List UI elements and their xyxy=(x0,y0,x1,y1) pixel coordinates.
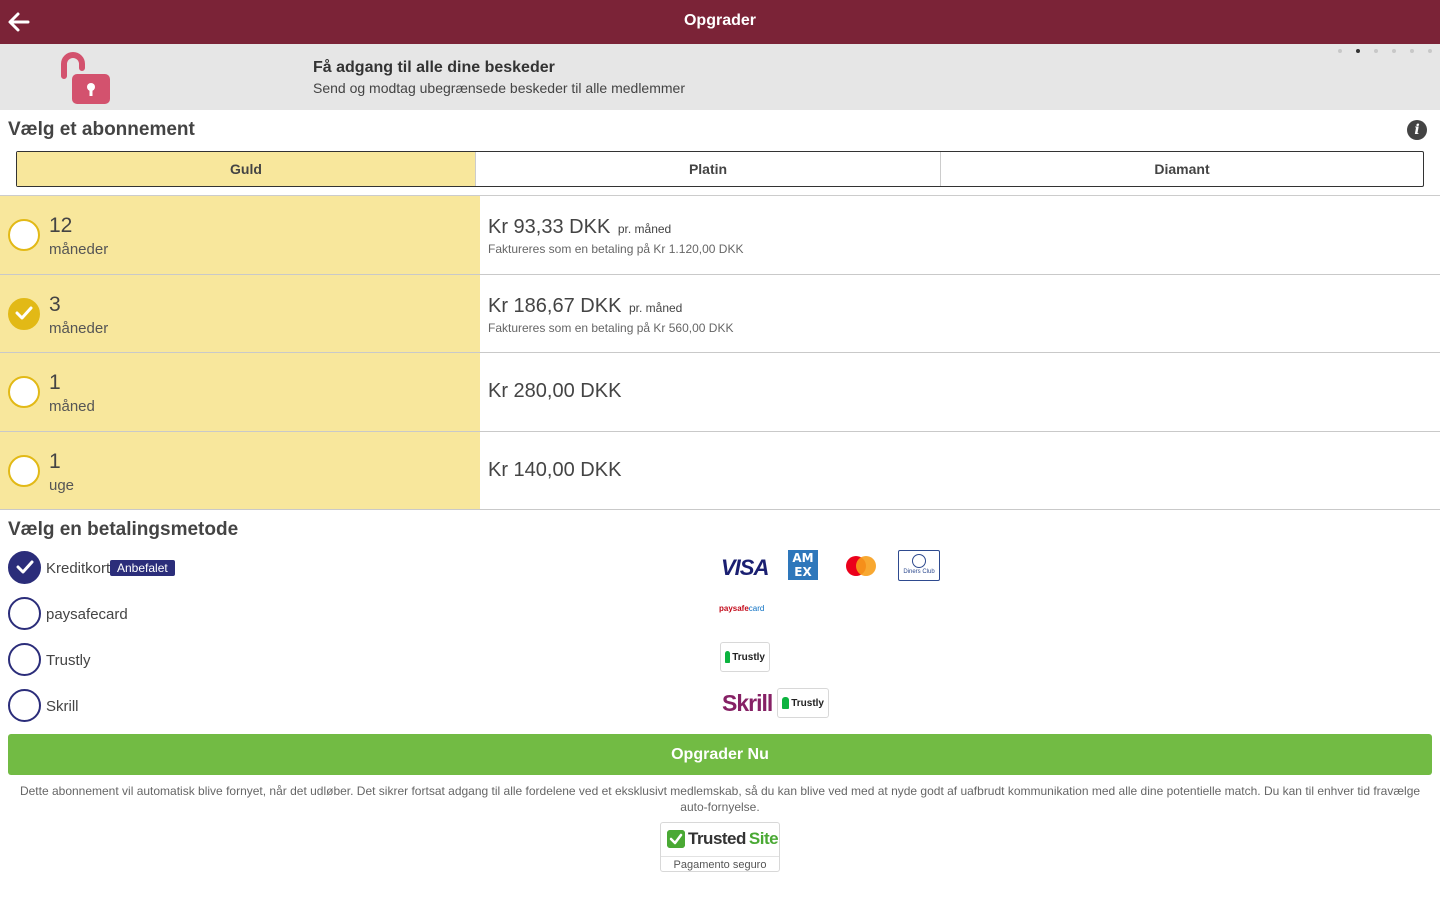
visa-logo: VISA xyxy=(721,555,769,580)
plan-duration-cell: 1 måned xyxy=(0,353,480,431)
payment-radio[interactable] xyxy=(8,597,41,630)
plan-price-amount: Kr 186,67 DKK xyxy=(488,294,622,317)
recommended-badge: Anbefalet xyxy=(110,560,175,576)
checkmark-icon xyxy=(16,560,34,574)
plan-option-3-months[interactable]: 3 måneder Kr 186,67 DKK pr. måned Faktur… xyxy=(0,274,1440,353)
plan-price-amount: Kr 280,00 DKK xyxy=(488,380,622,402)
plan-radio-checked[interactable] xyxy=(8,297,40,330)
tab-guld[interactable]: Guld xyxy=(17,152,476,186)
payment-radio-checked[interactable] xyxy=(8,551,41,584)
plan-billing-note: Faktureres som en betaling på Kr 560,00 … xyxy=(488,320,734,335)
plan-price-amount: Kr 140,00 DKK xyxy=(488,458,622,481)
subscription-heading: Vælg et abonnement xyxy=(8,119,195,140)
plan-price-amount: Kr 93,33 DKK xyxy=(488,216,611,238)
plan-duration-number: 1 xyxy=(49,371,61,394)
carousel-dot[interactable] xyxy=(1392,49,1396,53)
trustly-icon xyxy=(782,697,790,709)
carousel-dot[interactable] xyxy=(1428,49,1432,53)
carousel-dot[interactable] xyxy=(1410,49,1414,53)
plan-duration-unit: måneder xyxy=(49,319,109,337)
plan-duration-number: 1 xyxy=(49,449,61,473)
plan-duration-unit: uge xyxy=(49,476,75,494)
payment-heading: Vælg en betalingsmetode xyxy=(8,519,239,540)
banner-subtitle: Send og modtag ubegrænsede beskeder til … xyxy=(313,80,685,96)
payment-label: paysafecard xyxy=(46,606,128,623)
plan-radio[interactable] xyxy=(8,454,40,487)
plan-price: Kr 280,00 DKK xyxy=(488,380,621,403)
plan-price: Kr 140,00 DKK xyxy=(488,459,621,482)
carousel-dot[interactable] xyxy=(1338,49,1342,53)
plan-option-12-months[interactable]: 12 måneder Kr 93,33 DKK pr. måned Faktur… xyxy=(0,196,1440,275)
top-bar: Opgrader xyxy=(0,0,1440,44)
plan-duration-cell: 3 måneder xyxy=(0,274,480,352)
plan-duration-number: 12 xyxy=(49,214,73,237)
trustly-wordmark: Trustly xyxy=(791,697,824,709)
page-title: Opgrader xyxy=(683,12,756,29)
carousel-dots[interactable] xyxy=(1338,49,1432,53)
carousel-dot-active[interactable] xyxy=(1356,49,1360,53)
banner-title: Få adgang til alle dine beskeder xyxy=(313,59,555,76)
carousel-dot[interactable] xyxy=(1374,49,1378,53)
plan-price: Kr 186,67 DKK pr. måned xyxy=(488,295,682,318)
payment-option-trustly[interactable]: Trustly xyxy=(8,643,1008,677)
paysafe-wordmark-suffix: card xyxy=(748,604,765,613)
trustedsite-name-b: Site xyxy=(748,829,779,848)
plan-list: 12 måneder Kr 93,33 DKK pr. måned Faktur… xyxy=(0,195,1440,510)
payment-option-paysafecard[interactable]: paysafecard xyxy=(8,597,1008,631)
paysafe-wordmark: paysafe xyxy=(719,604,749,613)
payment-option-skrill[interactable]: Skrill xyxy=(8,689,1008,723)
payment-label: Skrill xyxy=(46,698,79,715)
diners-text: Diners Club xyxy=(903,569,935,575)
plan-radio[interactable] xyxy=(8,376,40,408)
checkmark-icon xyxy=(15,306,33,319)
diners-circle-icon xyxy=(912,554,926,568)
info-icon[interactable]: i xyxy=(1407,120,1427,140)
trustly-wordmark: Trustly xyxy=(732,651,765,663)
skrill-logo: Skrill xyxy=(722,690,773,716)
upgrade-now-button[interactable]: Opgrader Nu xyxy=(8,734,1432,775)
mastercard-logo xyxy=(846,556,876,576)
plan-billing-note: Faktureres som en betaling på Kr 1.120,0… xyxy=(488,242,744,256)
payment-label: Kreditkort xyxy=(46,560,111,577)
plan-price-period: pr. måned xyxy=(617,222,672,236)
plan-option-1-month[interactable]: 1 måned Kr 280,00 DKK xyxy=(0,353,1440,432)
trustedsite-subtitle: Pagamento seguro xyxy=(661,856,779,871)
amex-logo: AM EX xyxy=(788,550,818,580)
feature-banner: Få adgang til alle dine beskeder Send og… xyxy=(0,44,1440,110)
plan-option-1-week[interactable]: 1 uge Kr 140,00 DKK xyxy=(0,431,1440,510)
check-shield-icon xyxy=(667,830,685,848)
tier-tabs: Guld Platin Diamant xyxy=(16,151,1424,187)
trustedsite-badge[interactable]: Trusted Site Pagamento seguro xyxy=(660,822,780,872)
tab-diamant[interactable]: Diamant xyxy=(941,152,1423,186)
plan-duration-number: 3 xyxy=(49,292,61,316)
plan-duration-cell: 1 uge xyxy=(0,431,480,509)
payment-radio[interactable] xyxy=(8,643,41,676)
diners-club-logo: Diners Club xyxy=(898,550,940,581)
plan-duration-unit: måneder xyxy=(49,241,109,258)
trustedsite-name-a: Trusted xyxy=(688,829,746,848)
payment-label: Trustly xyxy=(46,652,91,669)
tab-platin[interactable]: Platin xyxy=(476,152,941,186)
auto-renewal-disclaimer: Dette abonnement vil automatisk blive fo… xyxy=(19,784,1421,814)
plan-duration-unit: måned xyxy=(49,398,95,415)
payment-radio[interactable] xyxy=(8,689,41,722)
trustly-logo: Trustly xyxy=(720,642,770,672)
trustedsite-wordmark: Trusted Site xyxy=(667,829,779,849)
plan-radio[interactable] xyxy=(8,219,40,251)
trustly-logo: Trustly xyxy=(777,688,829,718)
plan-price: Kr 93,33 DKK pr. måned xyxy=(488,216,671,239)
unlocked-padlock-icon xyxy=(61,52,110,104)
plan-price-period: pr. måned xyxy=(628,300,683,315)
trustly-icon xyxy=(725,651,731,663)
paysafecard-logo: paysafecard xyxy=(719,604,764,613)
plan-duration-cell: 12 måneder xyxy=(0,196,480,274)
